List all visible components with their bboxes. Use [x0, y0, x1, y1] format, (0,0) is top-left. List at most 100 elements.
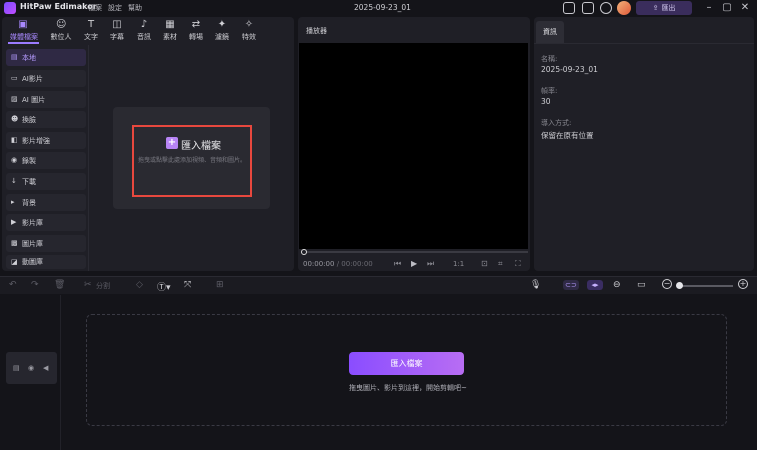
- eye-icon[interactable]: ◉: [28, 364, 34, 372]
- info-framerate-value: 30: [541, 97, 551, 106]
- track-icon[interactable]: ⊖: [613, 280, 621, 290]
- layout-icon[interactable]: [563, 2, 575, 14]
- plus-icon[interactable]: +: [166, 137, 178, 149]
- undo-icon[interactable]: ↶: [9, 280, 17, 290]
- tool-avatar[interactable]: ☺ 數位人: [48, 20, 74, 44]
- close-icon[interactable]: ✕: [738, 1, 752, 15]
- ai-video-icon: ▭: [11, 74, 18, 82]
- auto-cut-icon[interactable]: ⤧: [184, 280, 191, 290]
- crop-icon[interactable]: ⌗: [498, 259, 503, 269]
- split-icon[interactable]: ✂: [84, 280, 92, 290]
- library-sidebar: ▤ 本地 ▭ AI影片 ▨ AI 圖片 ☻ 換臉 ◧ 影片增強 ◉ 錄製 ↓ 下載 ▸ 背景 ▶…: [3, 45, 88, 271]
- tool-media[interactable]: ▣ 媒體檔案: [10, 20, 38, 44]
- download-icon: ↓: [11, 177, 17, 185]
- info-framerate-label: 幀率:: [541, 87, 558, 95]
- fit-icon[interactable]: ▭: [637, 280, 646, 290]
- tab-info[interactable]: 資訊: [536, 21, 564, 43]
- zoom-in-icon[interactable]: +: [738, 279, 748, 289]
- current-time: 00:00:00: [303, 260, 335, 268]
- record-icon: ◉: [11, 156, 18, 164]
- import-file-button[interactable]: 匯入檔案: [181, 137, 221, 152]
- tool-caption[interactable]: ◫ 字幕: [104, 20, 130, 44]
- sidebar-divider: [88, 45, 89, 271]
- avatar[interactable]: [617, 1, 631, 15]
- delete-icon[interactable]: 🗑: [54, 280, 65, 290]
- tool-transition[interactable]: ⇄ 轉場: [183, 20, 209, 44]
- minimize-icon[interactable]: –: [702, 1, 716, 15]
- ai-image-icon: ▨: [11, 95, 18, 103]
- next-frame-icon[interactable]: ⏭: [427, 259, 434, 269]
- info-import-mode-label: 導入方式:: [541, 119, 572, 127]
- timecode: 00:00:00 / 00:00:00: [303, 260, 373, 268]
- link-toggle[interactable]: ⊂⊃: [563, 280, 579, 290]
- zoom-slider[interactable]: [679, 285, 733, 287]
- sidebar-item-download[interactable]: ↓ 下載: [6, 173, 86, 190]
- fullscreen-icon[interactable]: ⛶: [515, 259, 521, 269]
- music-icon: ♪: [140, 19, 148, 30]
- total-time: 00:00:00: [341, 260, 373, 268]
- grid-icon: ▦: [165, 19, 175, 30]
- tool-audio[interactable]: ♪ 音訊: [131, 20, 157, 44]
- zoom-out-icon[interactable]: −: [662, 279, 672, 289]
- sidebar-item-face-swap[interactable]: ☻ 換臉: [6, 111, 86, 128]
- sidebar-item-local[interactable]: ▤ 本地: [6, 49, 86, 66]
- download-icon[interactable]: [600, 2, 612, 14]
- snap-toggle[interactable]: ◂▸: [587, 280, 603, 290]
- face-swap-icon: ☻: [11, 115, 19, 123]
- feedback-icon[interactable]: [582, 2, 594, 14]
- tool-text[interactable]: T 文字: [78, 20, 104, 44]
- video-library-icon: ▶: [11, 218, 17, 226]
- app-logo-icon: [4, 2, 16, 14]
- sidebar-item-background[interactable]: ▸ 背景: [6, 194, 86, 211]
- sidebar-item-video-library[interactable]: ▶ 影片庫: [6, 214, 86, 231]
- timeline-import-button[interactable]: 匯入檔案: [349, 352, 464, 375]
- active-tool-indicator: [8, 42, 39, 44]
- zoom-handle[interactable]: [676, 282, 683, 289]
- prev-frame-icon[interactable]: ⏮: [394, 259, 401, 269]
- tool-assets[interactable]: ▦ 素材: [157, 20, 183, 44]
- gif-library-icon: ◪: [11, 257, 18, 266]
- speaker-icon[interactable]: ◀: [43, 364, 48, 372]
- menu-file[interactable]: 檔案: [88, 3, 102, 13]
- menu-help[interactable]: 幫助: [128, 3, 142, 13]
- progress-track[interactable]: [303, 251, 528, 253]
- document-title: 2025-09-23_01: [354, 3, 411, 12]
- info-name-value: 2025-09-23_01: [541, 65, 598, 74]
- progress-handle[interactable]: [301, 249, 307, 255]
- sidebar-item-gif-library[interactable]: ◪ 動圖庫: [6, 255, 86, 269]
- tool-filter[interactable]: ✦ 濾鏡: [209, 20, 235, 44]
- person-icon: ☺: [56, 19, 67, 30]
- maximize-icon[interactable]: ▢: [720, 1, 734, 15]
- text-tool-icon[interactable]: Ⓣ▾: [157, 280, 171, 293]
- import-hint: 拖曳或點擊此處添加視頻、音頻和圖片。: [137, 157, 246, 164]
- camera-icon[interactable]: ⊡: [481, 259, 488, 268]
- filter-icon: ✦: [217, 19, 227, 30]
- info-import-mode-value: 保留在原有位置: [541, 131, 594, 140]
- image-library-icon: ▩: [11, 239, 18, 247]
- redo-icon[interactable]: ↷: [31, 280, 39, 290]
- marker-icon[interactable]: ◇: [136, 280, 143, 290]
- sidebar-item-ai-video[interactable]: ▭ AI影片: [6, 70, 86, 87]
- crop-timeline-icon[interactable]: ⊞: [216, 280, 224, 290]
- tool-effect[interactable]: ✧ 特效: [236, 20, 262, 44]
- info-panel: [534, 17, 754, 271]
- aspect-ratio-select[interactable]: 1:1: [453, 260, 464, 268]
- sidebar-item-image-library[interactable]: ▩ 圖片庫: [6, 235, 86, 252]
- sidebar-item-record[interactable]: ◉ 錄製: [6, 152, 86, 169]
- enhance-icon: ◧: [11, 136, 18, 144]
- player-title: 播放器: [306, 27, 327, 35]
- microphone-icon[interactable]: 🎙: [530, 280, 541, 290]
- sidebar-item-ai-image[interactable]: ▨ AI 圖片: [6, 91, 86, 108]
- transition-icon: ⇄: [191, 19, 201, 30]
- preview-screen[interactable]: [299, 43, 528, 249]
- text-icon: T: [87, 19, 95, 30]
- play-icon[interactable]: ▶: [411, 259, 417, 268]
- lock-icon[interactable]: ▤: [13, 364, 20, 372]
- menu-settings[interactable]: 設定: [108, 3, 122, 13]
- background-icon: ▸: [11, 198, 15, 206]
- track-header-divider: [60, 295, 61, 450]
- split-label[interactable]: 分割: [96, 281, 110, 291]
- export-button[interactable]: ⇪ 匯出: [636, 1, 692, 15]
- tab-divider: [534, 43, 754, 44]
- sidebar-item-enhance[interactable]: ◧ 影片增強: [6, 132, 86, 149]
